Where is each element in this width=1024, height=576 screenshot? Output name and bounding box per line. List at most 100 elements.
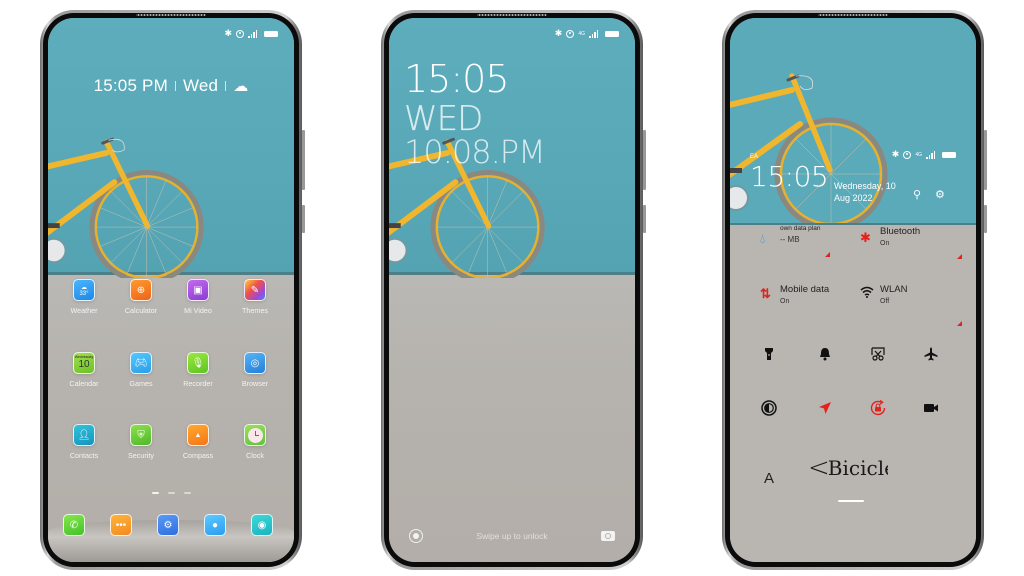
lock-screen[interactable]: ✱ 4G 15:05 WED 10.08.PM Swipe up to unlo…	[389, 18, 635, 562]
bluetooth-icon: ✱	[554, 28, 563, 38]
tile-title: Bluetooth	[880, 226, 921, 237]
app-label: Recorder	[183, 379, 213, 388]
dock-camera-icon[interactable]: ●	[204, 514, 226, 536]
camera-icon[interactable]	[600, 531, 615, 541]
scissors-icon[interactable]	[869, 345, 887, 363]
app-contacts[interactable]: 👤︎ Contacts	[56, 424, 112, 460]
app-label: Weather	[70, 306, 98, 315]
clock-time: 15:05 PM	[93, 76, 168, 95]
app-clock[interactable]: Clock	[227, 424, 283, 460]
volume-button	[302, 130, 305, 190]
power-button	[643, 205, 646, 233]
app-compass[interactable]: ▲ Compass	[170, 424, 226, 460]
location-arrow-icon[interactable]	[816, 399, 834, 417]
calculator-icon: ⊕	[130, 279, 152, 301]
wallpaper-floor	[389, 275, 635, 562]
browser-icon: ◎	[244, 352, 266, 374]
tile-subtitle: On	[880, 240, 890, 247]
rotation-lock-icon[interactable]	[869, 399, 887, 417]
app-label: Themes	[242, 306, 268, 315]
dock-messages-icon[interactable]: •••	[110, 514, 132, 536]
signal-icon	[248, 29, 257, 38]
app-label: Calendar	[69, 379, 99, 388]
airplane-icon[interactable]	[922, 345, 940, 363]
gear-icon[interactable]: ⚙	[935, 188, 945, 201]
bluetooth-icon: ✱	[891, 149, 900, 159]
volume-button	[984, 130, 987, 190]
font-size-toggle[interactable]: A	[764, 470, 774, 487]
weather-temp: 33°	[79, 290, 89, 297]
app-label: Calculator	[124, 306, 158, 315]
phone-lock-screen: ✱ 4G 15:05 WED 10.08.PM Swipe up to unlo…	[381, 10, 646, 570]
battery-full-icon	[605, 30, 619, 37]
bicycle-wallpaper-image	[48, 137, 204, 278]
app-games[interactable]: 🎮︎ Games	[113, 352, 169, 388]
tile-subtitle: On	[780, 298, 790, 305]
page-dot[interactable]	[167, 492, 175, 494]
dock-camera-lens-icon[interactable]: ◉	[251, 514, 273, 536]
app-label: Compass	[182, 451, 214, 460]
video-icon: ▣	[187, 279, 209, 301]
tile-wlan[interactable]: WLAN Off	[860, 284, 962, 326]
video-camera-icon[interactable]	[922, 399, 940, 417]
alarm-icon	[236, 29, 244, 38]
app-themes[interactable]: ✎ Themes	[227, 279, 283, 315]
tile-data-usage[interactable]: 💧︎ own data plan -- MB	[760, 225, 860, 265]
app-calendar[interactable]: Wednesday 10 Calendar	[56, 352, 112, 388]
contrast-icon[interactable]	[760, 399, 778, 417]
tile-mobile-data[interactable]: ⇅ Mobile data On	[760, 284, 860, 324]
app-browser[interactable]: ◎ Browser	[227, 352, 283, 388]
battery-full-icon	[264, 30, 278, 37]
earpiece-speaker	[477, 14, 547, 16]
compass-icon: ▲	[187, 424, 209, 446]
lock-date: 10.08.PM	[404, 133, 546, 171]
status-bar: ✱ 4G	[555, 28, 619, 39]
app-label: Mi Video	[184, 306, 212, 315]
app-mi-video[interactable]: ▣ Mi Video	[170, 279, 226, 315]
earpiece-speaker	[136, 14, 206, 16]
alarm-icon	[566, 29, 575, 38]
tile-bluetooth[interactable]: ✱ Bluetooth On	[860, 226, 962, 266]
page-dot-active[interactable]	[151, 492, 159, 494]
page-dot[interactable]	[183, 492, 191, 494]
tile-title: WLAN	[880, 284, 908, 295]
app-calculator[interactable]: ⊕ Calculator	[113, 279, 169, 315]
home-screen: ✱ 15:05 PM Wed ☁ ☁ 33° Weather ⊕ Calculat…	[48, 18, 294, 562]
network-type: 4G	[915, 151, 922, 158]
chevron-left-icon[interactable]: <	[808, 455, 830, 481]
app-label: Games	[129, 379, 153, 388]
microphone-icon: 🎙︎	[187, 352, 209, 374]
cc-date-line2: Aug 2022	[834, 193, 873, 203]
shield-icon: ⛨	[130, 424, 152, 446]
dock-settings-icon[interactable]: ⚙	[157, 514, 179, 536]
search-icon[interactable]: ⚲	[913, 188, 921, 201]
lock-day: WED	[404, 99, 483, 139]
lock-time: 15:05	[404, 57, 510, 101]
clock-widget[interactable]: 15:05 PM Wed ☁	[48, 76, 294, 96]
assistant-icon[interactable]	[409, 529, 423, 543]
dock-phone-icon[interactable]: ✆	[63, 514, 85, 536]
weather-icon: ☁ 33°	[73, 279, 95, 301]
cc-time[interactable]: 15:05	[750, 163, 829, 191]
signal-icon	[926, 150, 935, 159]
cc-date-line1: Wednesday, 10	[834, 181, 896, 191]
drag-handle[interactable]	[838, 500, 864, 502]
brand-logo: < Bicicle	[808, 455, 888, 481]
mobile-data-icon: ⇅	[760, 286, 771, 301]
calendar-icon: Wednesday 10	[73, 352, 95, 374]
cc-date[interactable]: Wednesday, 10 Aug 2022	[834, 180, 896, 204]
app-security[interactable]: ⛨ Security	[113, 424, 169, 460]
bluetooth-icon: ✱	[860, 230, 871, 245]
themes-icon: ✎	[244, 279, 266, 301]
page-indicator[interactable]	[48, 492, 294, 494]
bell-icon[interactable]	[816, 345, 834, 363]
app-weather[interactable]: ☁ 33° Weather	[56, 279, 112, 315]
app-recorder[interactable]: 🎙︎ Recorder	[170, 352, 226, 388]
flashlight-icon[interactable]	[760, 345, 778, 363]
alarm-icon	[903, 150, 912, 159]
water-drop-icon: 💧︎	[760, 231, 766, 246]
phone-home-screen: ✱ 15:05 PM Wed ☁ ☁ 33° Weather ⊕ Calculat…	[40, 10, 305, 570]
tile-expand-indicator	[957, 321, 962, 326]
earpiece-speaker	[818, 14, 888, 16]
app-label: Security	[128, 451, 154, 460]
